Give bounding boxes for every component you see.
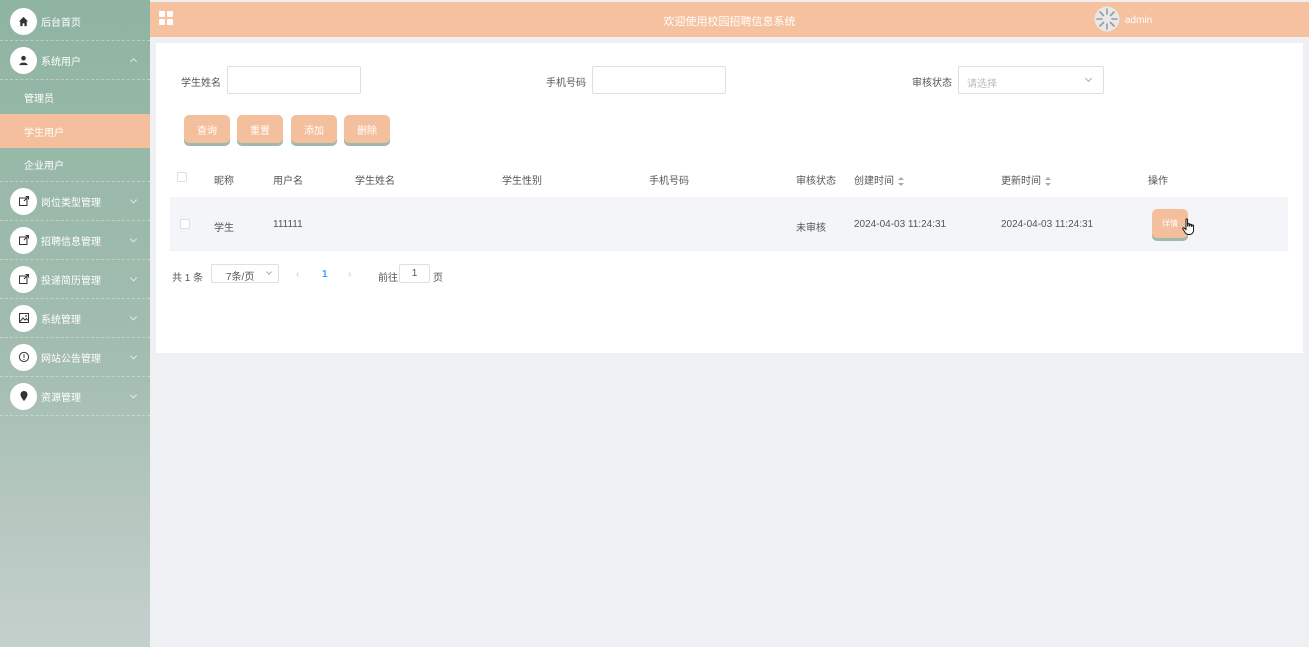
sidebar-item-resource[interactable]: 资源管理: [0, 377, 150, 416]
cell-nickname: 学生: [214, 223, 234, 234]
col-action: 操作: [1148, 176, 1168, 187]
page-size-select[interactable]: 7条/页: [211, 264, 279, 283]
sidebar-subitem-admin[interactable]: 管理员: [0, 80, 150, 114]
sidebar-item-resume[interactable]: 投递简历管理: [0, 260, 150, 299]
sidebar-subitem-student-users[interactable]: 学生用户: [0, 114, 150, 148]
sidebar-item-label: 投递简历管理: [41, 275, 101, 287]
query-button[interactable]: 查询: [184, 115, 230, 143]
external-link-icon: [10, 226, 37, 254]
sidebar-item-label: 系统用户: [41, 56, 81, 68]
username-label[interactable]: admin: [1125, 15, 1152, 26]
col-created-label: 创建时间: [854, 176, 894, 187]
cell-updated: 2024-04-03 11:24:31: [1001, 219, 1094, 230]
table-header: 昵称 用户名 学生姓名 学生性别 手机号码 审核状态 创建时间 更新时间 操作: [170, 159, 1288, 195]
phone-label: 手机号码: [546, 78, 586, 89]
col-created[interactable]: 创建时间: [854, 172, 904, 187]
user-icon: [10, 46, 37, 74]
cell-created: 2024-04-03 11:24:31: [854, 219, 947, 230]
sidebar-item-notice[interactable]: 网站公告管理: [0, 338, 150, 377]
sidebar: 后台首页 系统用户 管理员 学生用户 企业用户 岗位类型管理 招聘信息管理 投递…: [0, 0, 150, 647]
sidebar-item-label: 资源管理: [41, 392, 81, 404]
col-username: 用户名: [273, 176, 303, 187]
home-icon: [10, 7, 37, 35]
sidebar-item-system-users[interactable]: 系统用户: [0, 41, 150, 80]
chevron-down-icon: [129, 313, 138, 321]
status-select[interactable]: 请选择: [958, 66, 1104, 94]
chevron-down-icon: [129, 391, 138, 399]
hand-cursor-icon: [1182, 218, 1196, 236]
reset-button[interactable]: 重置: [237, 115, 283, 143]
phone-input[interactable]: [592, 66, 726, 94]
col-status: 审核状态: [796, 176, 836, 187]
sidebar-item-system[interactable]: 系统管理: [0, 299, 150, 338]
table-row[interactable]: 学生 111111 未审核 2024-04-03 11:24:31 2024-0…: [170, 197, 1288, 251]
chevron-down-icon: [129, 274, 138, 282]
main-card: 学生姓名 手机号码 审核状态 请选择 查询 重置 添加 删除 昵称 用户名 学生…: [156, 43, 1303, 353]
chevron-down-icon: [129, 196, 138, 204]
row-checkbox[interactable]: [180, 219, 190, 229]
col-nickname: 昵称: [214, 176, 234, 187]
next-page-icon[interactable]: ›: [348, 269, 351, 280]
chevron-down-icon: [1084, 74, 1093, 83]
delete-button[interactable]: 删除: [344, 115, 390, 143]
sidebar-item-label: 系统管理: [41, 314, 81, 326]
cell-username: 111111: [273, 219, 303, 230]
picture-icon: [10, 304, 37, 332]
goto-page-input[interactable]: 1: [399, 264, 430, 283]
status-label: 审核状态: [912, 78, 952, 89]
page-unit-label: 页: [433, 273, 443, 284]
col-gender: 学生性别: [502, 176, 542, 187]
goto-label: 前往: [378, 273, 398, 284]
external-link-icon: [10, 265, 37, 293]
location-icon: [10, 382, 37, 410]
col-updated[interactable]: 更新时间: [1001, 172, 1051, 187]
sort-icon[interactable]: [1045, 176, 1051, 186]
col-phone: 手机号码: [649, 176, 689, 187]
select-all-checkbox[interactable]: [177, 172, 187, 182]
sidebar-item-home[interactable]: 后台首页: [0, 2, 150, 41]
top-header: 欢迎使用校园招聘信息系统 admin: [150, 0, 1309, 37]
page-size-value: 7条/页: [226, 272, 255, 283]
sidebar-item-recruitment[interactable]: 招聘信息管理: [0, 221, 150, 260]
external-link-icon: [10, 187, 37, 215]
chevron-up-icon: [129, 57, 138, 66]
student-name-label: 学生姓名: [181, 78, 221, 89]
sidebar-subitem-company-users[interactable]: 企业用户: [0, 148, 150, 182]
cell-status: 未审核: [796, 223, 826, 234]
pagination-total: 共 1 条: [172, 273, 204, 284]
col-student-name: 学生姓名: [355, 176, 395, 187]
prev-page-icon[interactable]: ‹: [296, 269, 299, 280]
chevron-down-icon: [129, 235, 138, 243]
info-icon: [10, 343, 37, 371]
avatar[interactable]: [1094, 6, 1120, 32]
sidebar-item-label: 招聘信息管理: [41, 236, 101, 248]
sort-icon[interactable]: [898, 176, 904, 186]
page-number-current[interactable]: 1: [322, 269, 328, 280]
col-updated-label: 更新时间: [1001, 176, 1041, 187]
sidebar-item-label: 岗位类型管理: [41, 197, 101, 209]
sidebar-item-job-type[interactable]: 岗位类型管理: [0, 182, 150, 221]
status-select-placeholder: 请选择: [967, 79, 997, 90]
student-name-input[interactable]: [227, 66, 361, 94]
sidebar-item-label: 后台首页: [41, 17, 81, 29]
chevron-down-icon: [129, 352, 138, 360]
sidebar-item-label: 网站公告管理: [41, 353, 101, 365]
chevron-down-icon: [266, 269, 272, 275]
add-button[interactable]: 添加: [291, 115, 337, 143]
